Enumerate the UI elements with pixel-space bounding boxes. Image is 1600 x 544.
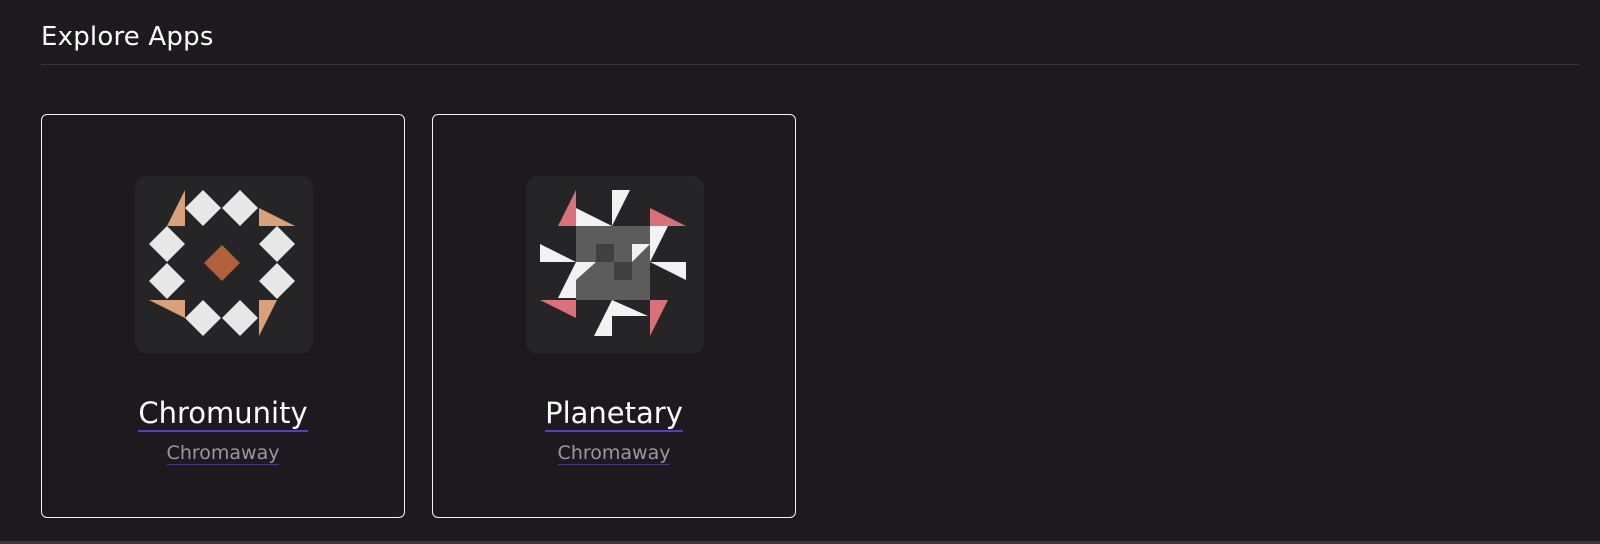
- chromunity-logo-icon: [135, 176, 313, 354]
- app-author-text[interactable]: Chromaway: [166, 442, 280, 465]
- explore-apps-page: Explore Apps Chromunity Chromaway Planet…: [0, 0, 1600, 544]
- app-author-link[interactable]: Chromaway: [433, 440, 795, 466]
- planetary-logo-icon: [526, 176, 704, 354]
- app-card-planetary[interactable]: Planetary Chromaway: [432, 114, 796, 518]
- app-card-chromunity[interactable]: Chromunity Chromaway: [41, 114, 405, 518]
- section-header: Explore Apps: [41, 18, 1579, 65]
- app-author-text[interactable]: Chromaway: [557, 442, 671, 465]
- app-name-text[interactable]: Planetary: [545, 396, 683, 432]
- app-name-link[interactable]: Chromunity: [42, 393, 404, 433]
- app-name-text[interactable]: Chromunity: [138, 396, 308, 432]
- app-name-link[interactable]: Planetary: [433, 393, 795, 433]
- section-title: Explore Apps: [41, 22, 214, 52]
- app-author-link[interactable]: Chromaway: [42, 440, 404, 466]
